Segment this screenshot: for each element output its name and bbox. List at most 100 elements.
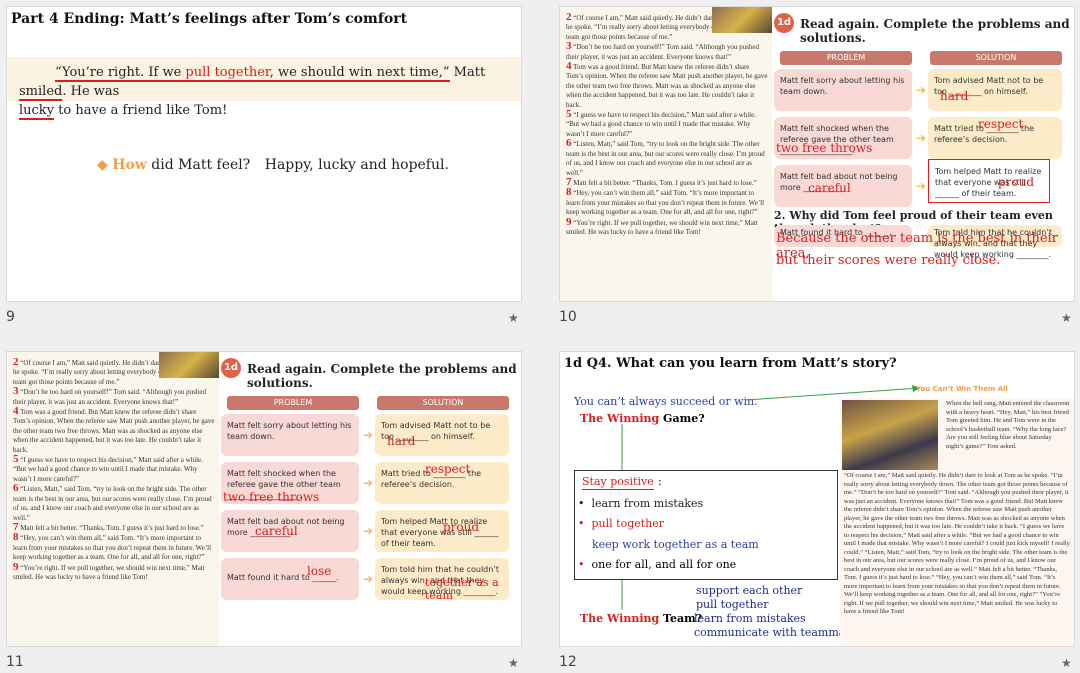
problem-box-1: Matt felt sorry about letting his team d…	[774, 69, 912, 111]
slide-10-thumbnail[interactable]: 2 “Of course I am,” Matt said quietly. H…	[559, 6, 1075, 302]
colon: :	[658, 475, 662, 488]
story-title: You Can’t Win Them All	[916, 385, 1008, 393]
handwritten-answer: proud	[443, 520, 480, 534]
team-list-item: communicate with teammates	[694, 626, 862, 639]
slide-9-thumbnail[interactable]: Part 4 Ending: Matt’s feelings after Tom…	[6, 6, 522, 302]
team-list: support each other pull together learn f…	[694, 584, 862, 640]
story-paragraph: Tom was a good friend. But Matt knew the…	[566, 63, 768, 109]
handwritten-answer: two free throws	[223, 490, 320, 504]
solution-box-3: Tom helped Matt to realize that everyone…	[375, 510, 509, 552]
paragraph-number: 9	[13, 560, 19, 573]
slide-number: 10	[559, 309, 577, 325]
arrow-right-icon: ➔	[363, 428, 374, 442]
basketball-game-photo	[842, 400, 938, 470]
winning-label: The Winning	[580, 612, 660, 625]
story-intro: When the bell rang, Matt entered the cla…	[946, 400, 1070, 450]
handwritten-answer: hard	[940, 89, 969, 103]
arrow-right-icon: ➔	[916, 179, 927, 193]
he-was-text: . He was	[62, 84, 120, 99]
bullet-dot: •	[578, 497, 585, 510]
story-paragraph: “You’re right. If we pull together, we s…	[566, 218, 758, 236]
paragraph-number: 3	[13, 385, 19, 398]
friend-text: to have a friend like Tom!	[54, 103, 228, 118]
stay-positive-label: Stay positive	[582, 475, 654, 490]
how-keyword: How	[112, 157, 147, 173]
team-list-item: support each other	[696, 584, 803, 597]
paragraph-number: 6	[13, 482, 19, 495]
problem-box-1: Matt felt sorry about letting his team d…	[221, 414, 359, 456]
bullet-item: • one for all, and all for one	[578, 557, 736, 572]
star-icon[interactable]: ★	[1061, 311, 1072, 325]
handwritten-answer: respect	[425, 462, 471, 476]
task-heading: Read again. Complete the problems and so…	[800, 17, 1070, 45]
slide-12-thumbnail[interactable]: 1d Q4. What can you learn from Matt’s st…	[559, 351, 1075, 647]
handwritten-answer: hard	[387, 434, 416, 448]
story-paragraph: Tom was a good friend. But Matt knew the…	[13, 408, 215, 454]
paragraph-number: 8	[13, 531, 19, 544]
problem-column-header: PROBLEM	[227, 396, 359, 410]
arrow-right-icon: ➔	[916, 83, 927, 97]
story-paragraph: “Listen, Matt,” said Tom, “try to look o…	[13, 485, 212, 522]
story-paragraph: “Hey, you can’t win them all,” said Tom.…	[566, 189, 765, 217]
paragraph-number: 6	[566, 137, 572, 150]
paragraph-number: 2	[566, 11, 572, 23]
handwritten-answer: respect	[978, 117, 1024, 131]
question-text: did Matt feel?	[146, 157, 251, 173]
arrow-right-icon: ➔	[363, 476, 374, 490]
solution-column-header: SOLUTION	[930, 51, 1062, 65]
bullet-text: learn from mistakes	[591, 497, 704, 510]
paragraph-number: 4	[566, 60, 572, 73]
slide-number: 12	[559, 654, 577, 670]
story-paragraph: “Listen, Matt,” said Tom, “try to look o…	[566, 140, 765, 177]
matt-text: Matt	[449, 65, 486, 80]
story-paragraph: “Don’t be too hard on yourself!” Tom sai…	[13, 388, 206, 406]
team-list-item: pull together	[696, 598, 769, 611]
task-badge: 1d	[774, 13, 794, 33]
star-icon[interactable]: ★	[508, 311, 519, 325]
problem-box-4: Matt found it hard to ______.	[221, 558, 359, 600]
lucky-text: lucky	[19, 103, 55, 120]
handwritten-answer: careful	[808, 181, 851, 195]
slide-title: Part 4 Ending: Matt’s feelings after Tom…	[11, 11, 408, 27]
bullet-text: one for all, and all for one	[591, 558, 737, 571]
star-icon[interactable]: ★	[1061, 656, 1072, 670]
answer-text: Happy, lucky and hopeful.	[264, 157, 449, 173]
paragraph-number: 8	[566, 186, 572, 199]
story-paragraph: Matt felt a bit better. “Thanks, Tom. I …	[20, 523, 204, 532]
slide-11-thumbnail[interactable]: 2 “Of course I am,” Matt said quietly. H…	[6, 351, 522, 647]
answer-line-2: but their scores were really close.	[776, 253, 1001, 268]
team-list-item: learn from mistakes	[694, 612, 806, 625]
pull-together-text: pull together	[185, 65, 270, 82]
slide-number: 9	[6, 309, 15, 325]
smiled-text: smiled	[19, 84, 63, 101]
handwritten-answer: two free throws	[776, 141, 873, 155]
bullet-item: • learn from mistakes	[578, 496, 703, 511]
bullet-item: keep work together as a team	[592, 538, 759, 551]
story-paragraph: “I guess we have to respect his decision…	[13, 456, 203, 483]
paragraph-number: 2	[13, 356, 19, 368]
task-heading: Read again. Complete the problems and so…	[247, 362, 517, 390]
story-paragraph: “Hey, you can’t win them all,” said Tom.…	[13, 534, 212, 562]
story-text-column: 2 “Of course I am,” Matt said quietly. H…	[560, 7, 772, 301]
handwritten-answer: proud	[998, 175, 1035, 189]
handwritten-answer: careful	[255, 524, 298, 538]
paragraph-number: 3	[566, 40, 572, 53]
bullet-dot: •	[578, 517, 585, 530]
solution-column-header: SOLUTION	[377, 396, 509, 410]
paragraph-number: 5	[566, 108, 572, 121]
paragraph-number: 4	[13, 405, 19, 418]
basketball-photo	[712, 7, 772, 33]
bullet-item: • pull together	[578, 516, 664, 531]
paragraph-number: 9	[566, 215, 572, 228]
story-paragraph: “Don’t be too hard on yourself!” Tom sai…	[566, 43, 759, 61]
story-paragraph: “I guess we have to respect his decision…	[566, 111, 756, 138]
feeling-question: ◆ How did Matt feel? Happy, lucky and ho…	[97, 157, 449, 173]
bullet-text: pull together	[591, 517, 665, 530]
quote-start: “You’re right. If we	[55, 65, 186, 82]
story-paragraph: “You’re right. If we pull together, we s…	[13, 563, 205, 581]
bullet-dot: •	[578, 558, 585, 571]
star-icon[interactable]: ★	[508, 656, 519, 670]
slide-number: 11	[6, 654, 24, 670]
arrow-right-icon: ➔	[363, 524, 374, 538]
winning-team-question: The Winning Team?	[580, 611, 702, 626]
